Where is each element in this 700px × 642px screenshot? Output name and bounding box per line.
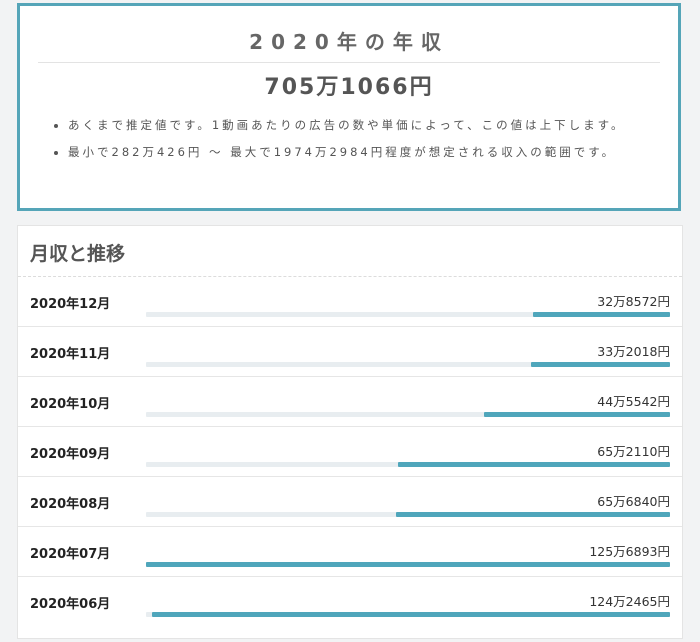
month-label: 2020年06月 (30, 597, 111, 612)
month-income-value: 65万2110円 (597, 444, 670, 459)
note-item: 最小で282万426円 〜 最大で1974万2984円程度が想定される収入の範囲… (68, 144, 638, 161)
month-label: 2020年12月 (30, 297, 111, 312)
month-income-value: 44万5542円 (597, 394, 670, 409)
month-row: 2020年12月 32万8572円 (18, 277, 682, 327)
income-bar-fill (152, 612, 670, 617)
month-label: 2020年11月 (30, 347, 111, 362)
note-item: あくまで推定値です。1動画あたりの広告の数や単価によって、この値は上下します。 (68, 117, 638, 134)
month-row: 2020年07月 125万6893円 (18, 527, 682, 577)
income-bar-fill (398, 462, 670, 467)
month-row: 2020年09月 65万2110円 (18, 427, 682, 477)
month-row: 2020年06月 124万2465円 (18, 577, 682, 626)
income-bar-fill (483, 412, 670, 417)
month-row: 2020年10月 44万5542円 (18, 377, 682, 427)
income-bar-fill (531, 362, 670, 367)
month-income-value: 32万8572円 (597, 294, 670, 309)
income-bar-track (146, 512, 670, 517)
monthly-income-title: 月収と推移 (18, 226, 682, 277)
annual-income-title: 2020年の年収 (249, 30, 449, 54)
income-bar-fill (532, 312, 670, 317)
monthly-income-card: 月収と推移 2020年12月 32万8572円 2020年11月 33万2018… (17, 225, 683, 639)
income-bar-track (146, 562, 670, 567)
income-bar-track (146, 312, 670, 317)
month-row: 2020年08月 65万6840円 (18, 477, 682, 527)
income-bar-fill (146, 562, 670, 567)
monthly-income-list: 2020年12月 32万8572円 2020年11月 33万2018円 2020… (18, 277, 682, 626)
divider (38, 62, 660, 63)
income-bar-fill (395, 512, 670, 517)
income-bar-track (146, 412, 670, 417)
month-income-value: 33万2018円 (597, 344, 670, 359)
month-income-value: 125万6893円 (589, 544, 670, 559)
month-label: 2020年10月 (30, 397, 111, 412)
annual-income-amount: 705万1066円 (264, 75, 434, 100)
month-label: 2020年07月 (30, 547, 111, 562)
notes-list: あくまで推定値です。1動画あたりの広告の数や単価によって、この値は上下します。 … (20, 117, 678, 161)
income-bar-track (146, 362, 670, 367)
month-label: 2020年08月 (30, 497, 111, 512)
income-bar-track (146, 612, 670, 617)
month-label: 2020年09月 (30, 447, 111, 462)
annual-income-card: 2020年の年収 705万1066円 あくまで推定値です。1動画あたりの広告の数… (17, 3, 681, 211)
month-income-value: 65万6840円 (597, 494, 670, 509)
month-income-value: 124万2465円 (589, 594, 670, 609)
income-bar-track (146, 462, 670, 467)
month-row: 2020年11月 33万2018円 (18, 327, 682, 377)
